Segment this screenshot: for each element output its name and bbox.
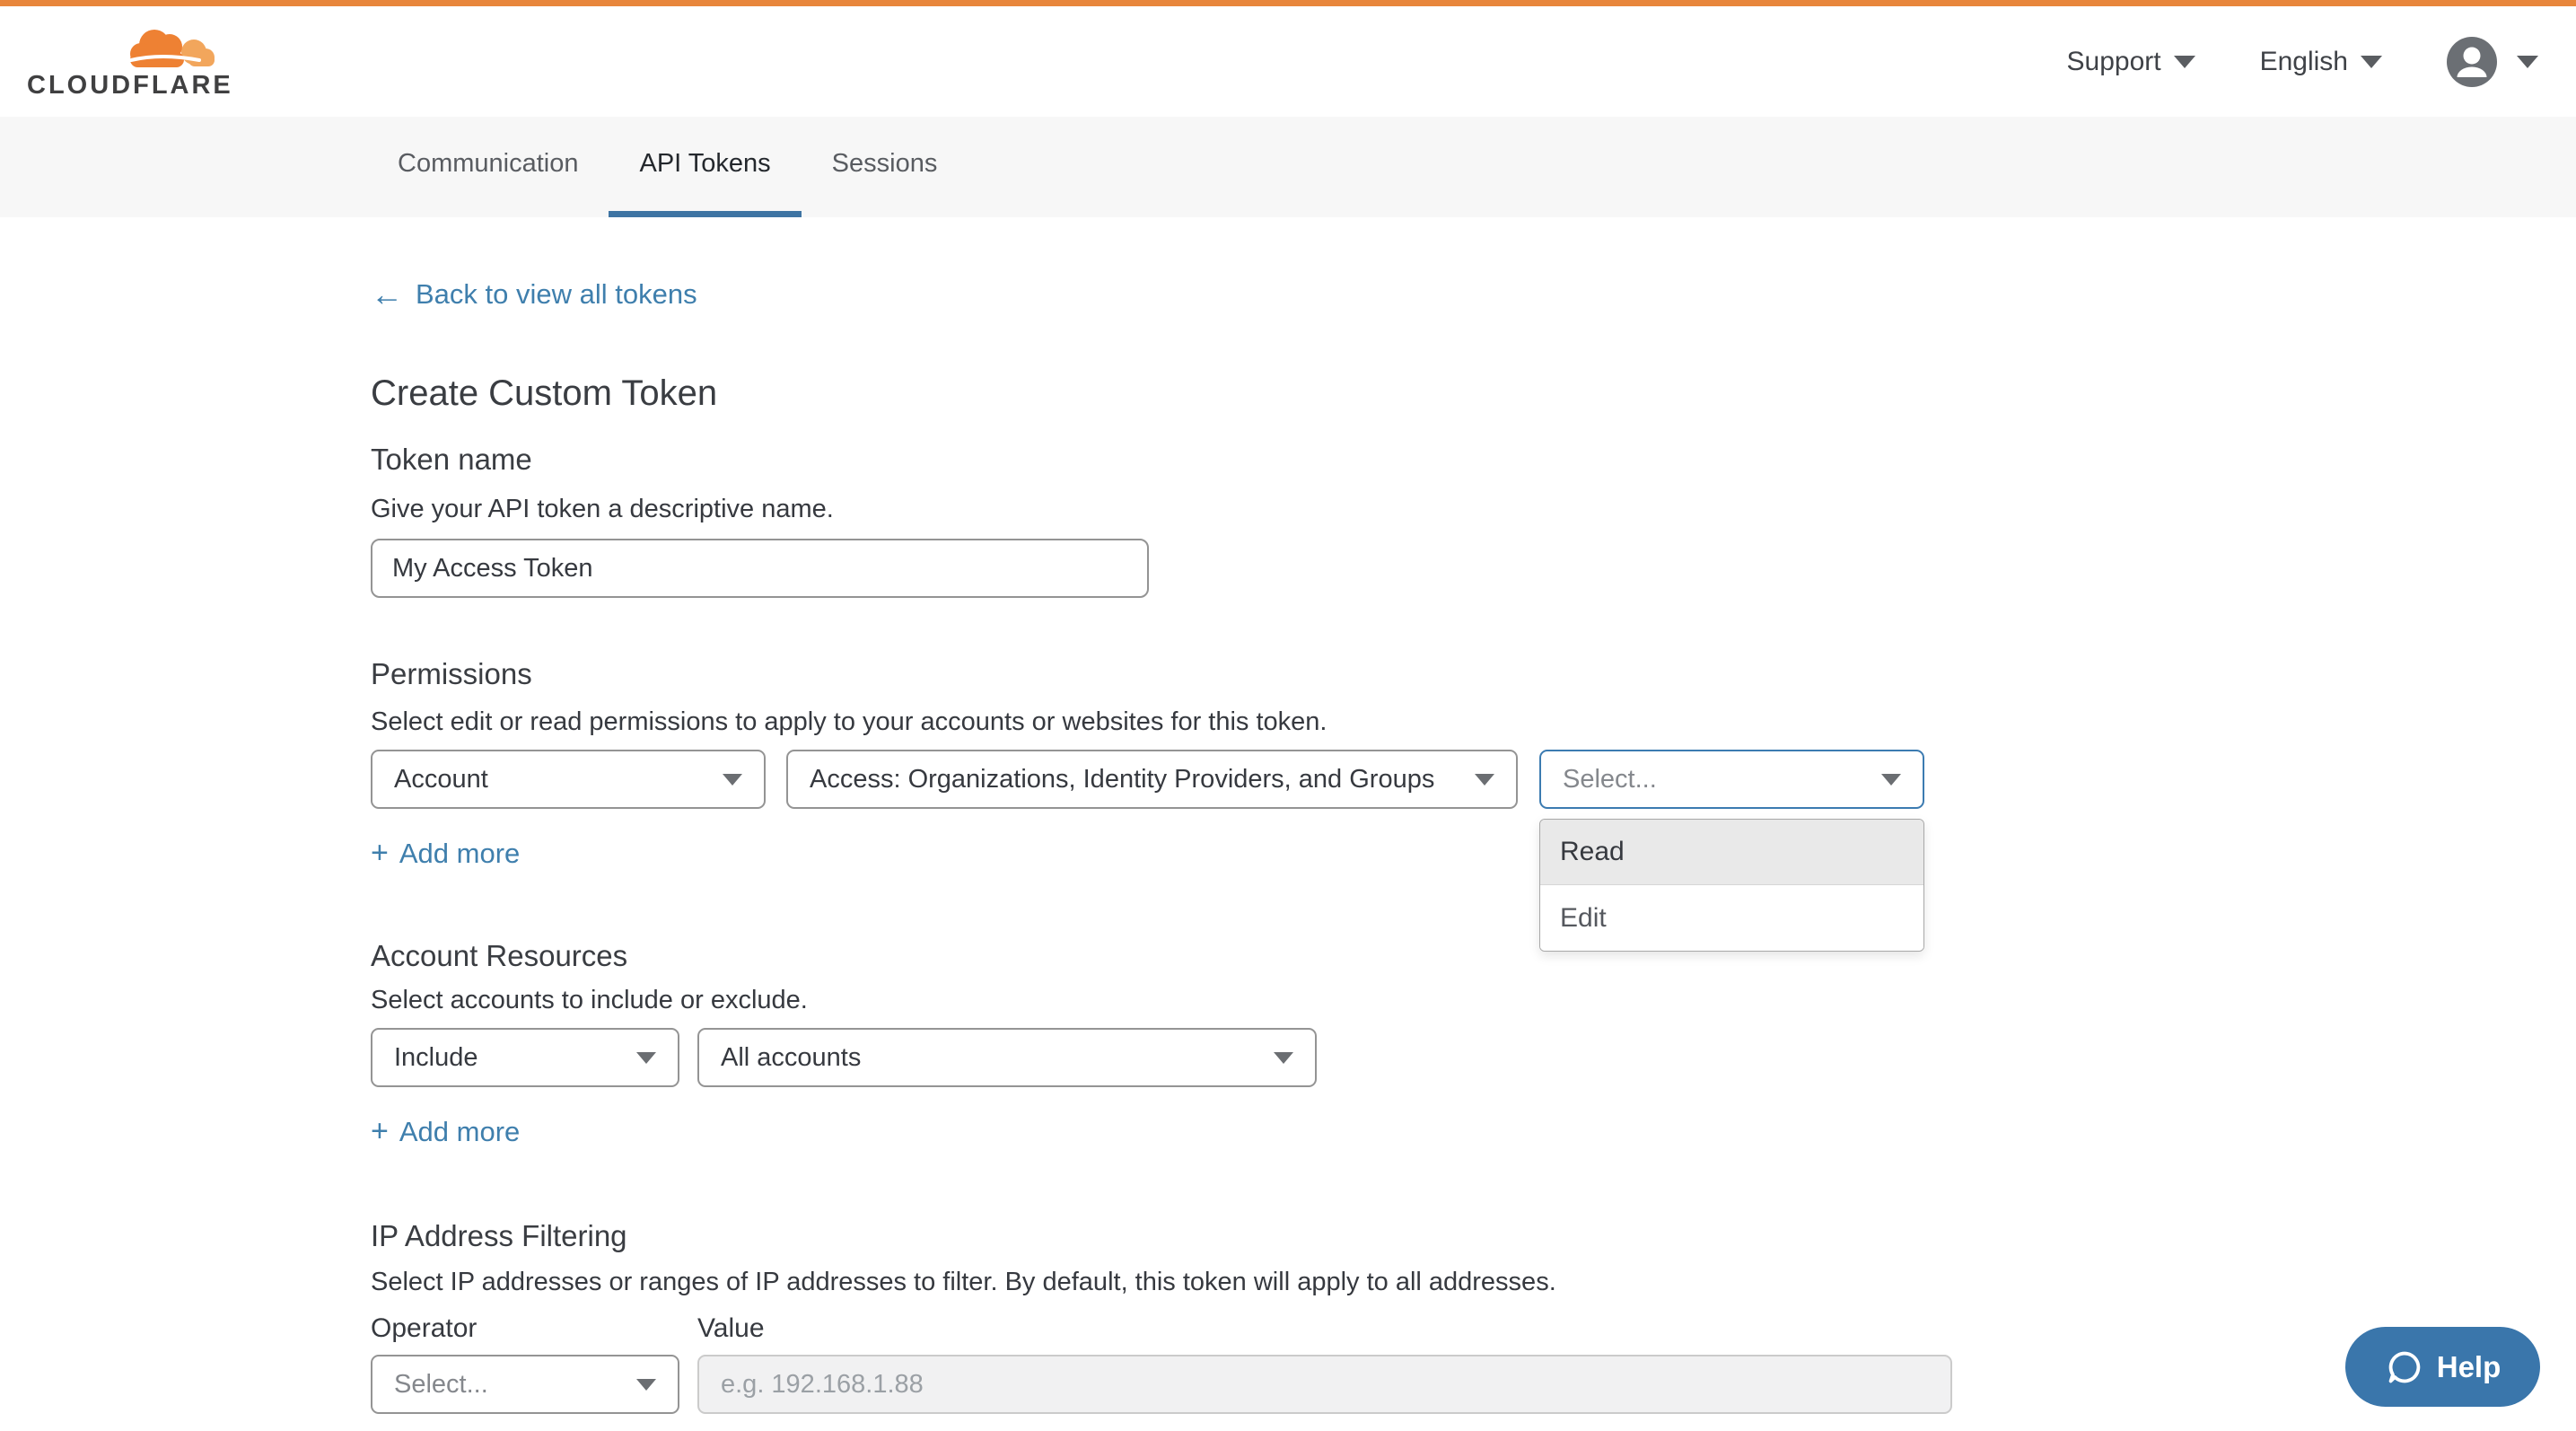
resource-accounts-value: All accounts: [721, 1043, 861, 1073]
token-name-input[interactable]: [371, 539, 1149, 598]
account-resources-heading: Account Resources: [371, 939, 2576, 973]
permissions-heading: Permissions: [371, 657, 2576, 691]
ip-filtering-labels: Operator Value: [371, 1313, 2576, 1344]
main-content: ← Back to view all tokens Create Custom …: [0, 217, 2576, 1414]
tab-sessions[interactable]: Sessions: [802, 117, 968, 217]
chevron-down-icon: [2517, 56, 2538, 68]
permissions-add-more-link[interactable]: + Add more: [371, 836, 520, 871]
tab-communication[interactable]: Communication: [367, 117, 609, 217]
back-link-label: Back to view all tokens: [416, 278, 697, 311]
plus-icon: +: [371, 836, 389, 871]
header-nav: Support English: [2067, 37, 2538, 87]
account-resources-description: Select accounts to include or exclude.: [371, 986, 2576, 1015]
top-accent-bar: [0, 0, 2576, 6]
permission-resource-select[interactable]: Access: Organizations, Identity Provider…: [786, 750, 1518, 809]
cloudflare-cloud-icon: [118, 23, 215, 72]
support-menu[interactable]: Support: [2067, 47, 2195, 77]
support-label: Support: [2067, 47, 2161, 77]
ip-filtering-row: Select...: [371, 1355, 2576, 1414]
ip-operator-placeholder: Select...: [394, 1370, 488, 1400]
chevron-down-icon: [1881, 774, 1901, 786]
permission-scope-select[interactable]: Account: [371, 750, 766, 809]
resource-mode-value: Include: [394, 1043, 478, 1073]
left-arrow-icon: ←: [371, 278, 403, 311]
ip-operator-select[interactable]: Select...: [371, 1355, 679, 1414]
account-menu[interactable]: [2447, 37, 2538, 87]
permission-resource-value: Access: Organizations, Identity Provider…: [810, 765, 1434, 795]
ip-value-input[interactable]: [697, 1355, 1952, 1414]
chat-bubble-icon: [2385, 1348, 2424, 1387]
permissions-description: Select edit or read permissions to apply…: [371, 707, 2576, 737]
permission-level-wrap: Select... Read Edit: [1539, 750, 1924, 809]
dropdown-option-edit[interactable]: Edit: [1540, 885, 1923, 951]
dropdown-option-read[interactable]: Read: [1540, 820, 1923, 885]
ip-filtering-description: Select IP addresses or ranges of IP addr…: [371, 1268, 2576, 1297]
cloudflare-wordmark: CLOUDFLARE: [27, 71, 233, 101]
page-title: Create Custom Token: [371, 373, 2576, 414]
ip-filtering-heading: IP Address Filtering: [371, 1219, 2576, 1253]
chevron-down-icon: [1475, 774, 1494, 786]
tab-api-tokens[interactable]: API Tokens: [609, 117, 801, 217]
add-more-label: Add more: [399, 838, 520, 870]
permission-level-placeholder: Select...: [1563, 765, 1657, 795]
value-label: Value: [697, 1313, 765, 1344]
account-resources-row: Include All accounts: [371, 1028, 2576, 1087]
cloudflare-logo[interactable]: CLOUDFLARE: [27, 23, 217, 101]
plus-icon: +: [371, 1114, 389, 1149]
chevron-down-icon: [636, 1052, 656, 1064]
back-to-tokens-link[interactable]: ← Back to view all tokens: [371, 278, 697, 311]
help-button-label: Help: [2437, 1350, 2502, 1384]
permission-scope-value: Account: [394, 765, 488, 795]
chevron-down-icon: [2361, 56, 2382, 68]
permissions-row: Account Access: Organizations, Identity …: [371, 750, 2576, 809]
header: CLOUDFLARE Support English: [0, 6, 2576, 117]
chevron-down-icon: [1274, 1052, 1293, 1064]
token-name-heading: Token name: [371, 443, 2576, 477]
permission-level-menu: Read Edit: [1539, 819, 1924, 952]
help-button[interactable]: Help: [2345, 1327, 2540, 1407]
resource-mode-select[interactable]: Include: [371, 1028, 679, 1087]
chevron-down-icon: [636, 1379, 656, 1391]
user-avatar-icon: [2447, 37, 2497, 87]
language-label: English: [2260, 47, 2348, 77]
account-resources-add-more-link[interactable]: + Add more: [371, 1114, 520, 1149]
add-more-label: Add more: [399, 1116, 520, 1148]
language-menu[interactable]: English: [2260, 47, 2382, 77]
profile-tabbar: Communication API Tokens Sessions: [0, 117, 2576, 217]
permission-level-select[interactable]: Select...: [1539, 750, 1924, 809]
resource-accounts-select[interactable]: All accounts: [697, 1028, 1317, 1087]
token-name-description: Give your API token a descriptive name.: [371, 495, 2576, 524]
chevron-down-icon: [723, 774, 742, 786]
operator-label: Operator: [371, 1313, 697, 1344]
chevron-down-icon: [2174, 56, 2195, 68]
